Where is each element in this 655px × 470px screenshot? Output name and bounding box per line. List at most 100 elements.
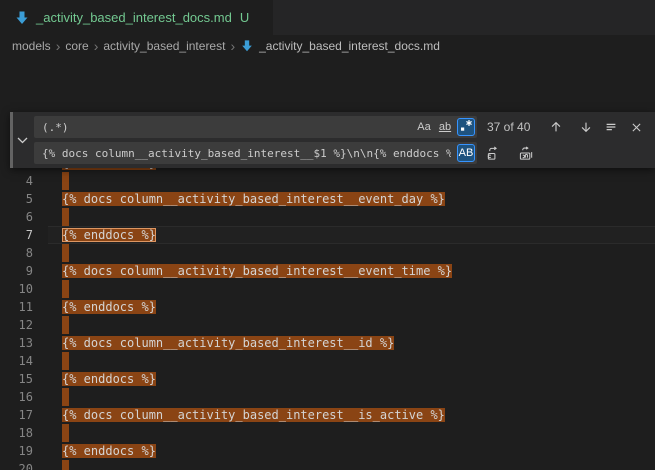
line-number: 12 <box>0 316 48 334</box>
find-match-empty <box>62 244 69 262</box>
line-number: 11 <box>0 298 48 316</box>
tab-filename: _activity_based_interest_docs.md <box>36 10 232 25</box>
find-match-highlight: {% docs column__activity_based_interest_… <box>62 408 445 422</box>
breadcrumb-item-file[interactable]: _activity_based_interest_docs.md <box>240 39 440 53</box>
editor-line[interactable]: 11 {% enddocs %} <box>0 298 655 316</box>
line-number: 13 <box>0 334 48 352</box>
chevron-right-icon: › <box>94 39 99 53</box>
line-number: 18 <box>0 424 48 442</box>
find-in-selection-button[interactable] <box>601 117 621 137</box>
find-previous-button[interactable] <box>546 117 566 137</box>
markdown-file-icon <box>14 10 30 26</box>
line-number: 20 <box>0 460 48 470</box>
line-number: 6 <box>0 208 48 226</box>
editor-line[interactable]: 7 {% enddocs %} <box>0 226 655 244</box>
editor-line[interactable]: 20 <box>0 460 655 470</box>
preserve-case-button[interactable]: AB <box>457 144 475 162</box>
editor-line[interactable]: 8 <box>0 244 655 262</box>
line-content <box>48 244 655 262</box>
match-case-button[interactable]: Aa <box>415 118 433 136</box>
regex-button[interactable] <box>457 118 475 136</box>
line-content: {% enddocs %} <box>48 298 655 316</box>
markdown-file-icon <box>240 39 254 53</box>
editor-line[interactable]: 18 <box>0 424 655 442</box>
find-match-empty <box>62 172 69 190</box>
editor-line[interactable]: 9 {% docs column__activity_based_interes… <box>0 262 655 280</box>
line-content <box>48 424 655 442</box>
line-number: 19 <box>0 442 48 460</box>
toggle-replace-button[interactable] <box>10 112 34 168</box>
find-results-count: 37 of 40 <box>487 120 530 134</box>
find-match-empty <box>62 388 69 406</box>
find-match-empty <box>62 352 69 370</box>
regex-icon <box>460 119 473 135</box>
chevron-right-icon: › <box>56 39 61 53</box>
tab-bar: _activity_based_interest_docs.md U <box>0 0 655 35</box>
git-status-badge: U <box>240 10 249 25</box>
line-content: {% enddocs %} <box>48 226 655 244</box>
line-number: 4 <box>0 172 48 190</box>
replace-all-icon <box>519 146 534 161</box>
find-match-empty <box>62 424 69 442</box>
line-content: {% enddocs %} <box>48 370 655 388</box>
preserve-case-label: AB <box>459 147 474 159</box>
find-match-highlight: {% enddocs %} <box>62 300 156 314</box>
line-number: 7 <box>0 226 48 244</box>
find-match-highlight: {% enddocs %} <box>62 444 156 458</box>
find-match-empty <box>62 208 69 226</box>
find-next-button[interactable] <box>576 117 596 137</box>
line-content: {% docs column__activity_based_interest_… <box>48 406 655 424</box>
find-match-highlight: {% enddocs %} <box>62 372 156 386</box>
arrow-down-icon <box>579 120 593 134</box>
editor-line[interactable]: 16 <box>0 388 655 406</box>
editor-line[interactable]: 14 <box>0 352 655 370</box>
find-match-empty <box>62 316 69 334</box>
line-number: 15 <box>0 370 48 388</box>
line-number: 8 <box>0 244 48 262</box>
replace-input[interactable] <box>34 142 477 164</box>
editor-line[interactable]: 12 <box>0 316 655 334</box>
find-widget: Aa ab 37 of 40 <box>10 112 655 168</box>
find-match-current: {% enddocs %} <box>62 228 156 242</box>
replace-icon <box>486 146 501 161</box>
whole-word-button[interactable]: ab <box>436 118 454 136</box>
editor-line[interactable]: 10 <box>0 280 655 298</box>
line-content: {% docs column__activity_based_interest_… <box>48 262 655 280</box>
selection-lines-icon <box>604 120 618 134</box>
replace-row: AB <box>34 142 651 164</box>
editor-line[interactable]: 6 <box>0 208 655 226</box>
match-case-label: Aa <box>417 121 430 133</box>
editor-line[interactable]: 17 {% docs column__activity_based_intere… <box>0 406 655 424</box>
editor: 1 {% docs column__activity_based_interes… <box>0 56 655 470</box>
line-content: {% docs column__activity_based_interest_… <box>48 334 655 352</box>
editor-line[interactable]: 4 <box>0 172 655 190</box>
replace-button[interactable] <box>483 143 503 163</box>
line-number: 9 <box>0 262 48 280</box>
find-match-empty <box>62 460 69 470</box>
line-content <box>48 388 655 406</box>
whole-word-label: ab <box>439 121 451 133</box>
editor-line[interactable]: 5 {% docs column__activity_based_interes… <box>0 190 655 208</box>
find-match-highlight: {% docs column__activity_based_interest_… <box>62 336 394 350</box>
breadcrumb-item-core[interactable]: core <box>65 39 88 53</box>
arrow-up-icon <box>549 120 563 134</box>
replace-all-button[interactable] <box>516 143 536 163</box>
line-content <box>48 460 655 470</box>
line-number: 14 <box>0 352 48 370</box>
breadcrumb-item-models[interactable]: models <box>12 39 51 53</box>
chevron-down-icon <box>17 131 28 149</box>
editor-line[interactable]: 13 {% docs column__activity_based_intere… <box>0 334 655 352</box>
chevron-right-icon: › <box>230 39 235 53</box>
tab-activity-docs[interactable]: _activity_based_interest_docs.md U <box>0 0 273 35</box>
editor-line[interactable]: 19 {% enddocs %} <box>0 442 655 460</box>
line-content <box>48 352 655 370</box>
find-widget-resize-sash[interactable] <box>10 112 13 168</box>
find-input[interactable] <box>34 116 477 138</box>
line-content <box>48 172 655 190</box>
close-find-widget-button[interactable] <box>626 117 646 137</box>
line-number: 10 <box>0 280 48 298</box>
line-content <box>48 316 655 334</box>
editor-line[interactable]: 15 {% enddocs %} <box>0 370 655 388</box>
breadcrumb-item-activity-based-interest[interactable]: activity_based_interest <box>103 39 225 53</box>
find-match-empty <box>62 280 69 298</box>
